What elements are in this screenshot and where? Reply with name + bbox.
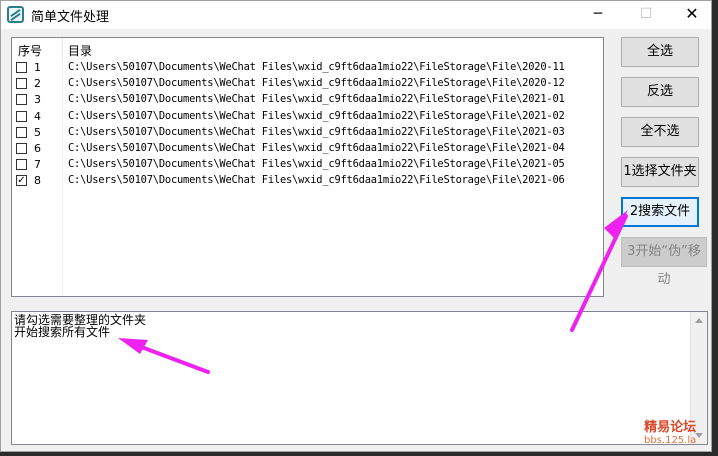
header-directory[interactable]: 目录 [68,42,92,59]
row-index: 5 [34,125,41,139]
title-bar: 简单文件处理 ─ ☐ ✕ [1,1,711,29]
row-index: 7 [34,158,41,172]
row-index: 4 [34,109,41,123]
row-checkbox[interactable] [16,110,27,122]
list-row[interactable]: ✓ 8 C:\Users\50107\Documents\WeChat Files\… [12,173,603,189]
list-row[interactable]: 6 C:\Users\50107\Documents\WeChat Files\w… [12,141,603,157]
row-path: C:\Users\50107\Documents\WeChat Files\wx… [68,109,565,122]
search-files-button[interactable]: 2搜索文件 [621,197,699,227]
row-index: 2 [34,77,41,91]
app-icon [7,6,24,23]
row-path: C:\Users\50107\Documents\WeChat Files\wx… [68,61,565,73]
row-checkbox[interactable] [16,78,27,90]
list-row[interactable]: 2 C:\Users\50107\Documents\WeChat Files\w… [12,76,603,92]
list-header: 序号 目录 [12,38,603,60]
choose-folder-button[interactable]: 1选择文件夹 [621,157,699,187]
select-all-button[interactable]: 全选 [621,37,699,67]
folder-list[interactable]: 序号 目录 1 C:\Users\50107\Documents\WeChat F… [11,37,604,297]
row-path: C:\Users\50107\Documents\WeChat Files\wx… [68,77,565,90]
list-rows: 1 C:\Users\50107\Documents\WeChat Files\w… [12,60,603,190]
row-path: C:\Users\50107\Documents\WeChat Files\wx… [68,141,565,154]
list-row[interactable]: 1 C:\Users\50107\Documents\WeChat Files\w… [12,60,603,76]
list-row[interactable]: 4 C:\Users\50107\Documents\WeChat Files\w… [12,109,603,125]
window-title: 简单文件处理 [31,10,110,25]
row-checkbox[interactable] [16,62,27,73]
log-line-2: 开始搜索所有文件 [14,325,111,339]
row-index: 3 [34,93,41,107]
row-path: C:\Users\50107\Documents\WeChat Files\wx… [68,158,565,171]
close-button[interactable]: ✕ [669,1,715,29]
forum-watermark: 精易论坛 bbs.125.la [644,416,696,446]
row-index: 6 [34,141,41,155]
main-window: 简单文件处理 ─ ☐ ✕ 序号 目录 1 C:\Users\50107\Docum… [0,0,712,452]
row-checkbox[interactable] [16,159,27,171]
row-checkbox[interactable]: ✓ [16,175,27,187]
row-index: 1 [34,61,41,74]
watermark-line1: 精易论坛 [644,420,697,435]
invert-selection-button[interactable]: 反选 [621,77,699,107]
row-path: C:\Users\50107\Documents\WeChat Files\wx… [68,125,565,138]
list-row[interactable]: 3 C:\Users\50107\Documents\WeChat Files\w… [12,92,603,108]
watermark-line2: bbs.125.la [644,435,697,446]
log-output[interactable]: 请勾选需要整理的文件夹 开始搜索所有文件 [11,311,708,445]
row-checkbox[interactable] [16,142,27,154]
list-row[interactable]: 7 C:\Users\50107\Documents\WeChat Files\w… [12,157,603,173]
start-move-button: 3开始“伪”移动 [621,237,707,287]
header-index[interactable]: 序号 [18,42,42,59]
row-checkbox[interactable] [16,94,27,106]
maximize-button[interactable]: ☐ [623,1,669,29]
row-checkbox[interactable] [16,126,27,138]
header-divider[interactable] [62,38,63,60]
row-path: C:\Users\50107\Documents\WeChat Files\wx… [68,93,565,106]
minimize-button[interactable]: ─ [575,1,621,29]
list-row[interactable]: 5 C:\Users\50107\Documents\WeChat Files\w… [12,125,603,141]
select-none-button[interactable]: 全不选 [621,117,699,147]
row-index: 8 [34,174,41,188]
scroll-up-icon[interactable] [695,318,703,323]
row-path: C:\Users\50107\Documents\WeChat Files\wx… [68,174,565,187]
